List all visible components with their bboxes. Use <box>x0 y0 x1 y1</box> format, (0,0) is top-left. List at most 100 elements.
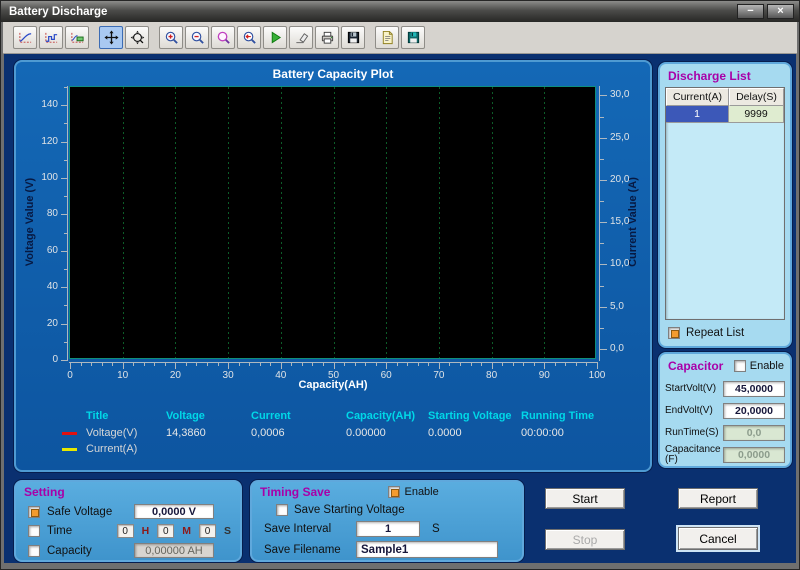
discharge-table[interactable]: Current(A) Delay(S) 1 9999 <box>665 87 785 320</box>
timing-save-header: Timing Save Enable <box>260 485 439 499</box>
time-s-input[interactable] <box>198 524 216 539</box>
legend-value: 0,0006 <box>251 427 285 439</box>
y-left-tick-label: 0 <box>52 354 58 365</box>
close-button[interactable]: × <box>767 4 794 19</box>
time-m-input[interactable] <box>157 524 175 539</box>
legend-header: Running Time <box>521 410 595 422</box>
x-minor-tick <box>512 363 514 366</box>
report-button[interactable]: Report <box>678 488 758 509</box>
save-filename-input[interactable] <box>356 541 498 558</box>
plot-area[interactable] <box>69 86 596 359</box>
erase-button[interactable] <box>289 26 313 49</box>
save-starting-voltage-checkbox[interactable] <box>276 504 288 516</box>
y-right-major-tick <box>600 306 607 308</box>
save-starting-voltage-row: Save Starting Voltage <box>276 504 405 516</box>
legend-plot-button[interactable] <box>65 26 89 49</box>
zoom-window-button[interactable] <box>211 26 235 49</box>
print-icon <box>320 30 335 45</box>
legend-marker <box>62 448 77 451</box>
run-button[interactable] <box>263 26 287 49</box>
x-minor-tick <box>322 363 324 366</box>
repeat-list-row: Repeat List <box>668 327 744 339</box>
pan-button[interactable] <box>99 26 123 49</box>
save-data-button[interactable] <box>401 26 425 49</box>
x-tick-label: 90 <box>538 370 550 381</box>
x-minor-tick <box>101 363 103 366</box>
save-button[interactable] <box>341 26 365 49</box>
x-tick-label: 50 <box>327 370 340 381</box>
timing-save-enable: Enable <box>388 486 439 498</box>
x-minor-tick <box>575 363 577 366</box>
x-minor-tick <box>449 363 451 366</box>
time-h-input[interactable] <box>116 524 134 539</box>
zoom-reset-button[interactable] <box>237 26 261 49</box>
step-plot-button[interactable] <box>39 26 63 49</box>
minimize-button[interactable]: − <box>737 4 764 19</box>
current-cell[interactable]: 1 <box>666 106 729 123</box>
timing-save-enable-label: Enable <box>404 486 439 498</box>
safe-voltage-checkbox[interactable] <box>28 505 40 518</box>
y-right-major-tick <box>600 95 607 97</box>
window-controls: − × <box>737 4 794 19</box>
legend-header: Title <box>86 410 109 422</box>
timing-save-enable-checkbox[interactable] <box>388 486 401 498</box>
capacitor-enable: Enable <box>733 360 784 372</box>
x-tick-label: 20 <box>169 370 181 381</box>
delay-cell[interactable]: 9999 <box>729 106 784 123</box>
zoom-in-button[interactable] <box>159 26 183 49</box>
end-volt-input[interactable] <box>723 403 785 419</box>
capacity-checkbox[interactable] <box>28 544 40 557</box>
report-file-button[interactable] <box>375 26 399 49</box>
start-volt-label: StartVolt(V) <box>665 382 717 394</box>
zoom-in-icon <box>164 30 179 45</box>
capacitor-enable-checkbox[interactable] <box>733 360 746 372</box>
x-minor-tick <box>428 363 430 366</box>
titlebar[interactable]: Battery Discharge − × <box>1 1 799 22</box>
curve-plot-button[interactable] <box>13 26 37 49</box>
x-minor-tick <box>133 363 135 366</box>
zoom-out-button[interactable] <box>185 26 209 49</box>
discharge-row[interactable]: 1 9999 <box>666 106 784 123</box>
gridline <box>438 87 440 358</box>
save-filename-label: Save Filename <box>264 543 341 556</box>
window-title: Battery Discharge <box>9 5 108 18</box>
gridline <box>228 87 230 358</box>
toolbar-group <box>13 26 89 49</box>
chart-title: Battery Capacity Plot <box>272 67 394 81</box>
y-right-major-tick <box>600 264 607 266</box>
zoom-back-icon <box>242 30 257 45</box>
toolbar <box>3 22 797 54</box>
save-interval-input[interactable] <box>356 521 420 537</box>
time-checkbox[interactable] <box>28 525 40 538</box>
gridline <box>280 87 282 358</box>
print-button[interactable] <box>315 26 339 49</box>
cancel-button[interactable]: Cancel <box>678 527 758 550</box>
toolbar-group <box>159 26 365 49</box>
save-interval-label: Save Interval <box>264 523 332 535</box>
toolbar-group <box>375 26 425 49</box>
legend-header: Current <box>251 410 291 422</box>
y-right-tick-label: 5,0 <box>610 300 624 312</box>
y-right-minor-tick <box>600 327 604 329</box>
y-right-major-tick <box>600 349 607 350</box>
discharge-header-row: Current(A) Delay(S) <box>666 88 784 106</box>
time-h-label: H <box>141 525 150 538</box>
x-minor-tick <box>291 363 293 366</box>
start-button[interactable]: Start <box>545 488 625 509</box>
zoom-out-icon <box>190 30 205 45</box>
legend-value: 0.00000 <box>346 427 386 439</box>
safe-voltage-input[interactable] <box>134 504 214 520</box>
run-time-row: RunTime(S) <box>665 422 785 444</box>
y-right-minor-tick <box>600 243 604 245</box>
y-left-tick-label: 100 <box>41 172 58 183</box>
y-right-tick-label: 0,0 <box>610 343 624 354</box>
x-tick-label: 80 <box>486 370 498 381</box>
x-minor-tick <box>112 363 114 366</box>
zoom-tool-button[interactable] <box>125 26 149 49</box>
x-minor-tick <box>375 363 377 366</box>
x-major-tick <box>280 363 282 369</box>
repeat-list-checkbox[interactable] <box>668 327 680 339</box>
x-minor-tick <box>154 363 156 366</box>
end-volt-label: EndVolt(V) <box>665 404 713 416</box>
start-volt-input[interactable] <box>723 381 785 397</box>
